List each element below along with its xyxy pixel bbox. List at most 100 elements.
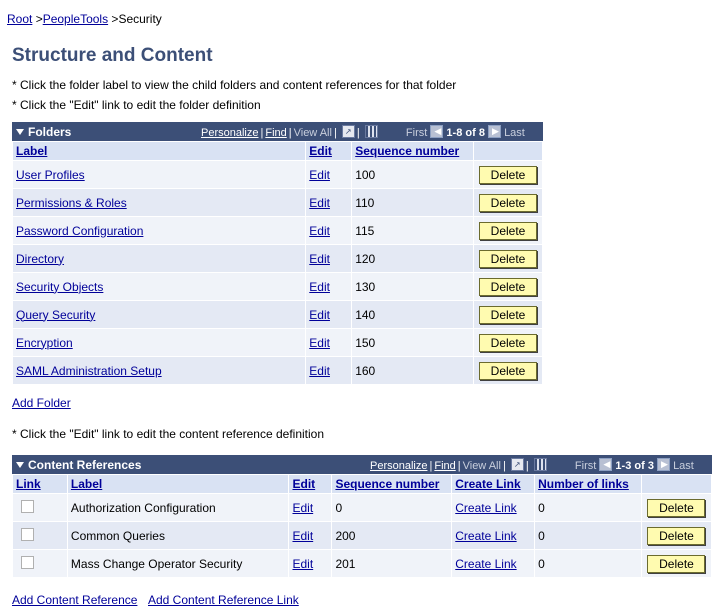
edit-link[interactable]: Edit [309, 224, 330, 238]
find-link[interactable]: Find [434, 460, 455, 472]
folder-label-link[interactable]: Encryption [16, 336, 73, 350]
number-of-links-value: 0 [534, 493, 642, 522]
delete-button[interactable]: Delete [647, 554, 706, 573]
column-header-link[interactable]: Link [12, 474, 68, 494]
first-label: First [574, 460, 597, 472]
folder-label-link[interactable]: User Profiles [16, 168, 85, 182]
collapse-triangle-icon [16, 129, 24, 135]
edit-link[interactable]: Edit [309, 364, 330, 378]
first-label: First [405, 127, 428, 139]
breadcrumb-root-link[interactable]: Root [7, 12, 32, 26]
table-row: Common Queries Edit 200 Create Link 0 De… [12, 521, 713, 550]
folder-label-link[interactable]: Security Objects [16, 280, 103, 294]
edit-link[interactable]: Edit [292, 501, 313, 515]
add-content-reference-link[interactable]: Add Content Reference [12, 593, 137, 607]
previous-arrow-icon[interactable]: ◀ [430, 125, 444, 138]
edit-link[interactable]: Edit [309, 308, 330, 322]
instruction-folder-edit: * Click the "Edit" link to edit the fold… [12, 98, 261, 112]
zoom-grid-icon[interactable]: ↗ [341, 125, 355, 138]
collapse-triangle-icon [16, 462, 24, 468]
edit-link[interactable]: Edit [292, 557, 313, 571]
edit-link[interactable]: Edit [292, 529, 313, 543]
sequence-value: 0 [331, 493, 453, 522]
table-row: User Profiles Edit 100 Delete [11, 160, 543, 189]
number-of-links-value: 0 [534, 549, 642, 578]
instruction-folder-label: * Click the folder label to view the chi… [12, 78, 457, 92]
content-ref-label: Authorization Configuration [66, 493, 290, 522]
row-range: 1-3 of 3 [615, 460, 654, 472]
table-row: Security Objects Edit 130 Delete [11, 272, 543, 301]
edit-link[interactable]: Edit [309, 252, 330, 266]
download-grid-icon[interactable] [533, 458, 547, 471]
delete-button[interactable]: Delete [647, 498, 706, 517]
download-grid-icon[interactable] [364, 125, 378, 138]
add-folder-link[interactable]: Add Folder [12, 396, 71, 410]
column-header-label[interactable]: Label [11, 141, 307, 161]
folders-table: Label Edit Sequence number User Profiles… [11, 141, 543, 385]
delete-button[interactable]: Delete [647, 526, 706, 545]
delete-button[interactable]: Delete [479, 193, 537, 212]
next-arrow-icon[interactable]: ▶ [657, 458, 670, 471]
table-row: Encryption Edit 150 Delete [11, 328, 543, 357]
zoom-grid-icon[interactable]: ↗ [510, 458, 524, 471]
create-link-link[interactable]: Create Link [455, 557, 516, 571]
column-header-create-link[interactable]: Create Link [451, 474, 536, 494]
breadcrumb-separator: > [32, 12, 43, 26]
column-header-actions [473, 141, 543, 161]
link-checkbox[interactable] [21, 499, 34, 513]
delete-button[interactable]: Delete [479, 221, 537, 240]
content-refs-grid-nav: Personalize | Find | View All | ↗ | First ◀ 1-… [370, 458, 694, 472]
content-ref-label: Common Queries [66, 521, 290, 550]
delete-button[interactable]: Delete [479, 361, 537, 380]
delete-button[interactable]: Delete [479, 333, 537, 352]
number-of-links-value: 0 [534, 521, 642, 550]
column-header-number-of-links[interactable]: Number of links [534, 474, 642, 494]
breadcrumb-peopletools-link[interactable]: PeopleTools [43, 12, 108, 26]
folders-grid-header: Folders Personalize | Find | View All | ↗ | Fi… [12, 122, 543, 142]
column-header-sequence[interactable]: Sequence number [331, 474, 453, 494]
table-row: Directory Edit 120 Delete [11, 244, 543, 273]
delete-button[interactable]: Delete [479, 277, 537, 296]
content-refs-grid-title[interactable]: Content References [16, 458, 141, 472]
next-arrow-icon[interactable]: ▶ [488, 125, 501, 138]
personalize-link[interactable]: Personalize [201, 127, 258, 139]
folders-grid-nav: Personalize | Find | View All | ↗ | First ◀ 1-… [201, 125, 525, 139]
table-row: Query Security Edit 140 Delete [11, 300, 543, 329]
column-header-edit[interactable]: Edit [305, 141, 353, 161]
create-link-link[interactable]: Create Link [455, 529, 516, 543]
folders-grid-title[interactable]: Folders [16, 125, 71, 139]
link-checkbox[interactable] [21, 555, 34, 569]
edit-link[interactable]: Edit [309, 280, 330, 294]
breadcrumb-current: Security [118, 12, 162, 26]
folder-label-link[interactable]: Password Configuration [16, 224, 143, 238]
table-row: Authorization Configuration Edit 0 Creat… [12, 493, 713, 522]
find-link[interactable]: Find [265, 127, 286, 139]
table-row: Password Configuration Edit 115 Delete [11, 216, 543, 245]
delete-button[interactable]: Delete [479, 165, 537, 184]
previous-arrow-icon[interactable]: ◀ [599, 458, 613, 471]
create-link-link[interactable]: Create Link [455, 501, 516, 515]
view-all-label: View All [462, 460, 501, 472]
column-header-edit[interactable]: Edit [288, 474, 333, 494]
edit-link[interactable]: Edit [309, 336, 330, 350]
column-header-sequence[interactable]: Sequence number [351, 141, 474, 161]
sequence-value: 110 [351, 188, 474, 217]
folder-label-link[interactable]: SAML Administration Setup [16, 364, 162, 378]
edit-link[interactable]: Edit [309, 196, 330, 210]
column-header-label[interactable]: Label [66, 474, 290, 494]
content-refs-table: Link Label Edit Sequence number Create L… [12, 474, 713, 578]
link-checkbox[interactable] [21, 527, 34, 541]
table-row: Mass Change Operator Security Edit 201 C… [12, 549, 713, 578]
personalize-link[interactable]: Personalize [370, 460, 427, 472]
content-ref-label: Mass Change Operator Security [66, 549, 290, 578]
folder-label-link[interactable]: Directory [16, 252, 64, 266]
add-content-reference-link-link[interactable]: Add Content Reference Link [148, 593, 299, 607]
delete-button[interactable]: Delete [479, 249, 537, 268]
instruction-content-edit: * Click the "Edit" link to edit the cont… [12, 427, 325, 441]
sequence-value: 130 [351, 272, 474, 301]
sequence-value: 160 [351, 356, 474, 385]
edit-link[interactable]: Edit [309, 168, 330, 182]
folder-label-link[interactable]: Permissions & Roles [16, 196, 127, 210]
delete-button[interactable]: Delete [479, 305, 537, 324]
folder-label-link[interactable]: Query Security [16, 308, 95, 322]
